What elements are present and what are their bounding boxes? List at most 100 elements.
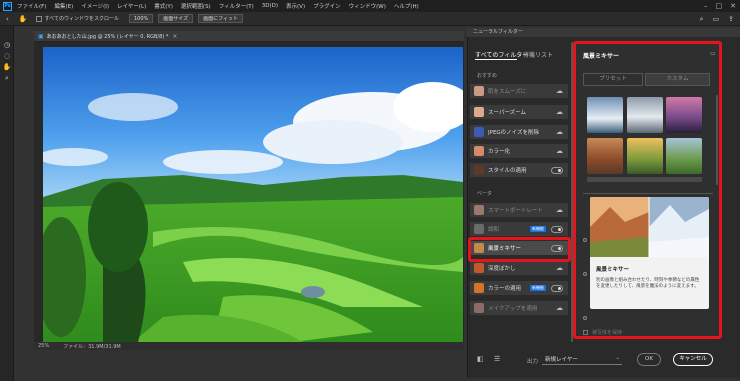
fill-screen-button[interactable]: 画面にフィット: [198, 14, 244, 23]
file-info: ファイル：31.9M/31.9M: [63, 343, 121, 350]
panel-title: ニューラルフィルター: [467, 28, 740, 37]
filter-thumb: [474, 283, 484, 293]
home-icon[interactable]: ‹: [6, 15, 9, 23]
filter-label: カラー化: [488, 149, 511, 155]
output-label: 出力: [527, 359, 539, 365]
zoom-tool-icon[interactable]: ⌕: [0, 73, 14, 83]
featured-header: おすすめ: [477, 73, 498, 79]
tab-waitlist[interactable]: 待機リスト: [523, 50, 553, 59]
history-brush-icon[interactable]: ◷: [0, 40, 14, 50]
filter-harmonization[interactable]: 調和 新機能: [469, 221, 569, 237]
filter-label: スタイルの適用: [488, 168, 527, 174]
cloud-download-icon[interactable]: ☁: [556, 108, 563, 116]
stack-icon[interactable]: ☰: [494, 355, 500, 363]
filter-label: スーパーズーム: [488, 110, 527, 116]
menu-edit[interactable]: 編集(E): [54, 2, 73, 10]
tab-underline: [475, 59, 517, 60]
layer-preview-icon[interactable]: ◧: [477, 355, 484, 363]
filter-thumb: [474, 263, 484, 273]
canvas-image[interactable]: [43, 47, 463, 342]
filter-depth-blur[interactable]: 深度ぼかし ☁: [469, 260, 569, 276]
filter-smart-portrait[interactable]: スマートポートレート ☁: [469, 202, 569, 218]
scroll-all-label: すべてのウィンドウをスクロール: [44, 16, 119, 22]
filter-skin-smoothing[interactable]: 肌をスムーズに ☁: [469, 83, 569, 99]
cloud-download-icon[interactable]: ☁: [556, 147, 563, 155]
cloud-download-icon[interactable]: ☁: [556, 264, 563, 272]
chevron-down-icon: ⌄: [615, 355, 620, 361]
filter-colorize[interactable]: カラー化 ☁: [469, 143, 569, 159]
cloud-download-icon[interactable]: ☁: [556, 304, 563, 312]
close-icon[interactable]: ✕: [730, 2, 736, 10]
menu-select[interactable]: 選択範囲(S): [181, 2, 211, 10]
menu-layer[interactable]: レイヤー(L): [117, 2, 146, 10]
cancel-button[interactable]: キャンセル: [673, 353, 713, 366]
tool-panel: ◷ ◌ ✋ ⌕: [0, 26, 14, 381]
highlight-frame: [573, 41, 722, 339]
hand-tool-icon: ✋: [18, 14, 28, 23]
menu-help[interactable]: ヘルプ(H): [394, 2, 419, 10]
output-select[interactable]: 新規レイヤー ⌄: [542, 355, 622, 365]
minimize-icon[interactable]: –: [704, 2, 708, 10]
filter-label: スマートポートレート: [488, 208, 543, 214]
filter-makeup-transfer[interactable]: メイクアップを適用 ☁: [469, 300, 569, 316]
filter-label: 調和: [488, 227, 500, 233]
menu-image[interactable]: イメージ(I): [81, 2, 109, 10]
filter-toggle[interactable]: [551, 167, 563, 174]
close-tab-icon[interactable]: ×: [172, 33, 177, 40]
filter-thumb: [474, 205, 484, 215]
menu-bar: Ps ファイル(F) 編集(E) イメージ(I) レイヤー(L) 書式(Y) 選…: [0, 0, 740, 12]
highlight-frame: [468, 237, 571, 262]
menu-type[interactable]: 書式(Y): [154, 2, 173, 10]
tab-all-filters[interactable]: すべてのフィルター: [475, 50, 528, 59]
filter-thumb: [474, 146, 484, 156]
filter-jpeg-artifacts[interactable]: JPEGのノイズを削除 ☁: [469, 124, 569, 140]
new-badge: 新機能: [530, 285, 546, 291]
filter-thumb: [474, 165, 484, 175]
options-bar: ‹ ✋ すべてのウィンドウをスクロール 100% 画面サイズ 画面にフィット ⌕…: [0, 12, 740, 26]
filter-color-transfer[interactable]: カラーの適用 新機能: [469, 280, 569, 296]
menu-view[interactable]: 表示(V): [286, 2, 305, 10]
workspace-icon[interactable]: ▭: [713, 15, 720, 24]
fit-screen-button[interactable]: 画面サイズ: [158, 14, 194, 23]
status-bar: 25% ファイル：31.9M/31.9M: [34, 342, 464, 350]
maximize-icon[interactable]: □: [716, 2, 723, 10]
eraser-icon[interactable]: ◌: [0, 51, 14, 61]
hand-tool-icon[interactable]: ✋: [0, 62, 14, 72]
menu-file[interactable]: ファイル(F): [17, 2, 46, 10]
filter-super-zoom[interactable]: スーパーズーム ☁: [469, 104, 569, 120]
landscape-photo: [43, 47, 463, 342]
document-tab-title: あおあおとした山.jpg @ 25% (レイヤー 0, RGB/8) *: [46, 33, 169, 40]
menu-3d[interactable]: 3D(D): [262, 3, 278, 9]
filter-toggle[interactable]: [551, 285, 563, 292]
filter-label: カラーの適用: [488, 286, 522, 292]
filter-label: 深度ぼかし: [488, 266, 516, 272]
new-badge: 新機能: [530, 226, 546, 232]
menu-filter[interactable]: フィルター(T): [219, 2, 254, 10]
filter-thumb: [474, 127, 484, 137]
filter-thumb: [474, 86, 484, 96]
output-value: 新規レイヤー: [545, 357, 578, 363]
zoom-level[interactable]: 25%: [38, 343, 49, 349]
cloud-download-icon[interactable]: ☁: [556, 87, 563, 95]
document-tab[interactable]: ▣ あおあおとした山.jpg @ 25% (レイヤー 0, RGB/8) * ×: [34, 31, 464, 42]
cloud-download-icon[interactable]: ☁: [556, 206, 563, 214]
beta-header: ベータ: [477, 191, 493, 197]
filter-toggle[interactable]: [551, 226, 563, 233]
photoshop-logo-icon: Ps: [3, 1, 12, 11]
filter-thumb: [474, 107, 484, 117]
filter-thumb: [474, 224, 484, 234]
share-icon[interactable]: ⇪: [728, 15, 734, 24]
file-icon: ▣: [38, 32, 44, 40]
cloud-download-icon[interactable]: ☁: [556, 128, 563, 136]
filter-label: メイクアップを適用: [488, 306, 538, 312]
scroll-all-checkbox[interactable]: [35, 15, 42, 22]
filter-style-transfer[interactable]: スタイルの適用: [469, 162, 569, 178]
zoom-100-button[interactable]: 100%: [128, 14, 154, 23]
filter-label: 肌をスムーズに: [488, 89, 527, 95]
filter-thumb: [474, 303, 484, 313]
menu-window[interactable]: ウィンドウ(W): [349, 2, 386, 10]
filter-label: JPEGのノイズを削除: [488, 130, 540, 136]
menu-plugins[interactable]: プラグイン: [313, 2, 341, 10]
ok-button[interactable]: OK: [637, 353, 661, 366]
search-icon[interactable]: ⌕: [700, 15, 704, 24]
